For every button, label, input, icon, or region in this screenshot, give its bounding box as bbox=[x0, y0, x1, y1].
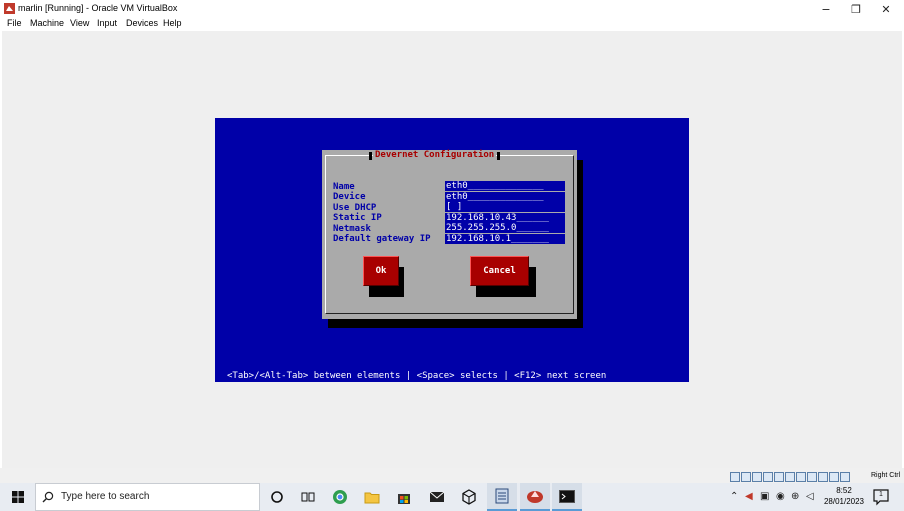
taskbar-terminal[interactable] bbox=[552, 483, 582, 511]
windows-logo-icon bbox=[11, 491, 24, 503]
taskbar-mail[interactable] bbox=[422, 483, 452, 511]
taskbar-chrome[interactable] bbox=[325, 483, 355, 511]
restore-button[interactable]: ❐ bbox=[841, 0, 871, 18]
label-static-ip: Static IP bbox=[333, 213, 382, 223]
task-view-icon bbox=[301, 492, 315, 502]
taskbar-3d-app[interactable] bbox=[454, 483, 484, 511]
taskbar: Type here to search ⌃ ◀ ▣ ◉ ⊕ ◁ 8:52 28/… bbox=[0, 483, 904, 511]
cube-icon bbox=[462, 489, 476, 505]
virtualbox-app-icon bbox=[4, 3, 15, 14]
task-view-button[interactable] bbox=[293, 483, 323, 511]
system-clock[interactable]: 8:52 28/01/2023 bbox=[822, 485, 866, 507]
taskbar-notepad[interactable] bbox=[487, 483, 517, 511]
network-icon[interactable] bbox=[763, 472, 773, 482]
taskbar-virtualbox-vm[interactable] bbox=[520, 483, 550, 511]
menu-machine[interactable]: Machine bbox=[30, 18, 64, 28]
ok-button[interactable]: Ok bbox=[363, 256, 399, 286]
virtualization-icon[interactable] bbox=[818, 472, 828, 482]
menu-input[interactable]: Input bbox=[97, 18, 117, 28]
usb-icon[interactable] bbox=[774, 472, 784, 482]
network-globe-icon[interactable]: ⊕ bbox=[791, 491, 799, 503]
taskbar-search-box[interactable]: Type here to search bbox=[35, 483, 260, 511]
guest-screen[interactable]: Devernet Configuration Name eth0________… bbox=[215, 118, 689, 382]
close-icon: ✕ bbox=[881, 2, 891, 16]
label-name: Name bbox=[333, 182, 355, 192]
optical-drive-icon[interactable] bbox=[741, 472, 751, 482]
video-capture-icon[interactable] bbox=[807, 472, 817, 482]
cortana-icon bbox=[271, 491, 283, 503]
start-button[interactable] bbox=[0, 483, 35, 511]
cortana-button[interactable] bbox=[262, 483, 292, 511]
keyboard-capture-icon[interactable] bbox=[840, 472, 850, 482]
cancel-button-label: Cancel bbox=[483, 266, 516, 276]
display-icon[interactable] bbox=[796, 472, 806, 482]
label-device: Device bbox=[333, 192, 366, 202]
notification-center-button[interactable]: 1 bbox=[872, 488, 890, 506]
tray-camera-icon[interactable]: ◉ bbox=[776, 491, 785, 503]
mail-icon bbox=[429, 491, 445, 502]
mouse-integration-icon[interactable] bbox=[829, 472, 839, 482]
tray-device-icon[interactable]: ▣ bbox=[760, 491, 769, 503]
terminal-icon bbox=[559, 489, 575, 503]
vm-status-bar bbox=[730, 471, 850, 483]
notification-count: 1 bbox=[879, 491, 883, 498]
notepad-icon bbox=[495, 488, 509, 504]
label-netmask: Netmask bbox=[333, 224, 371, 234]
close-button[interactable]: ✕ bbox=[871, 0, 901, 18]
default-gateway-input[interactable]: 192.168.10.1_______ bbox=[445, 234, 565, 244]
menu-devices[interactable]: Devices bbox=[126, 18, 158, 28]
minimize-icon: − bbox=[821, 2, 831, 16]
menu-file[interactable]: File bbox=[7, 18, 22, 28]
label-default-gateway: Default gateway IP bbox=[333, 234, 431, 244]
menu-help[interactable]: Help bbox=[163, 18, 182, 28]
clock-date: 28/01/2023 bbox=[823, 497, 865, 506]
network-config-dialog: Devernet Configuration Name eth0________… bbox=[322, 150, 577, 319]
menu-bar: File Machine View Input Devices Help bbox=[0, 17, 904, 31]
chrome-icon bbox=[333, 490, 347, 504]
window-title: marlin [Running] - Oracle VM VirtualBox bbox=[18, 3, 178, 13]
audio-icon[interactable] bbox=[752, 472, 762, 482]
dialog-title: Devernet Configuration bbox=[368, 150, 501, 161]
virtualbox-vm-icon bbox=[527, 491, 543, 503]
use-dhcp-checkbox[interactable]: [ ] bbox=[445, 202, 565, 212]
folder-icon bbox=[364, 492, 380, 504]
volume-muted-icon[interactable]: ◁ bbox=[806, 491, 814, 503]
minimize-button[interactable]: − bbox=[811, 0, 841, 18]
cancel-button[interactable]: Cancel bbox=[470, 256, 529, 286]
host-key-label: Right Ctrl bbox=[871, 472, 901, 479]
label-use-dhcp: Use DHCP bbox=[333, 203, 377, 213]
menu-view[interactable]: View bbox=[70, 18, 89, 28]
show-hidden-icons-icon[interactable]: ⌃ bbox=[730, 491, 738, 503]
search-icon bbox=[42, 491, 54, 503]
netmask-input[interactable]: 255.255.255.0______ bbox=[445, 223, 565, 233]
static-ip-input[interactable]: 192.168.10.43______ bbox=[445, 213, 565, 223]
clock-time: 8:52 bbox=[836, 486, 852, 495]
name-input[interactable]: eth0______________ bbox=[445, 181, 565, 191]
search-placeholder: Type here to search bbox=[61, 491, 150, 502]
device-input[interactable]: eth0______________ bbox=[445, 192, 565, 202]
taskbar-store[interactable] bbox=[389, 483, 419, 511]
shared-folders-icon[interactable] bbox=[785, 472, 795, 482]
restore-icon: ❐ bbox=[851, 2, 861, 16]
store-icon bbox=[398, 494, 410, 504]
ok-button-label: Ok bbox=[375, 266, 387, 276]
hard-disk-icon[interactable] bbox=[730, 472, 740, 482]
taskbar-file-explorer[interactable] bbox=[357, 483, 387, 511]
title-bar: marlin [Running] - Oracle VM VirtualBox … bbox=[0, 0, 904, 18]
keyboard-hint: <Tab>/<Alt-Tab> between elements | <Spac… bbox=[227, 371, 607, 381]
tray-alert-icon[interactable]: ◀ bbox=[745, 491, 753, 503]
